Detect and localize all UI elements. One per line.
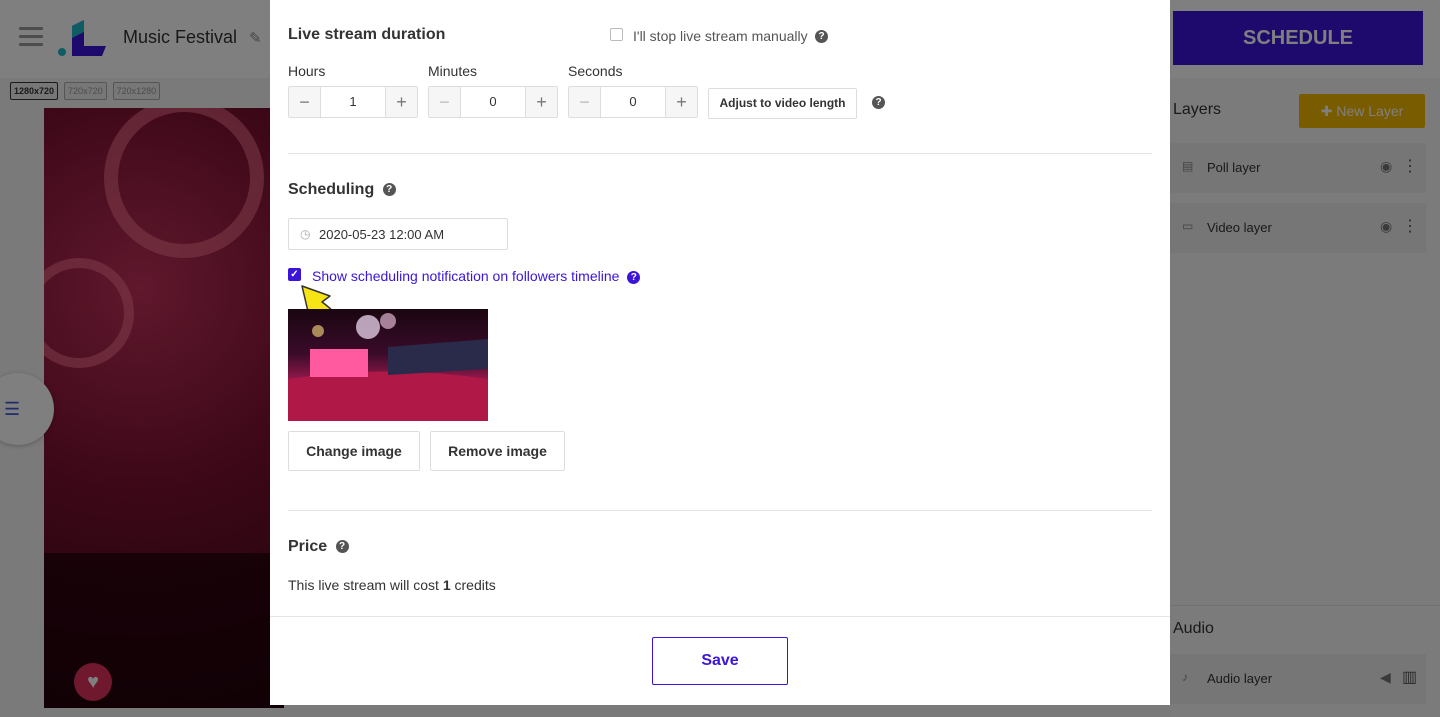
- scheduling-title-text: Scheduling: [288, 181, 375, 198]
- minutes-label: Minutes: [428, 63, 478, 79]
- price-cost-text: This live stream will cost 1 credits: [288, 577, 496, 593]
- seconds-value[interactable]: 0: [601, 87, 665, 117]
- schedule-datetime-input[interactable]: ◷ 2020-05-23 12:00 AM: [288, 218, 508, 250]
- cost-suffix: credits: [450, 577, 496, 593]
- cost-amount: 1: [442, 577, 451, 593]
- minutes-value[interactable]: 0: [461, 87, 525, 117]
- save-button[interactable]: Save: [652, 637, 788, 685]
- seconds-stepper: − 0 +: [568, 86, 698, 118]
- manual-stop-checkbox[interactable]: [610, 28, 623, 41]
- section-divider: [288, 153, 1152, 154]
- seconds-label: Seconds: [568, 63, 623, 79]
- minutes-decrement-button[interactable]: −: [429, 87, 461, 117]
- schedule-thumbnail-image: [288, 309, 488, 421]
- help-icon[interactable]: ?: [382, 183, 396, 197]
- seconds-decrement-button[interactable]: −: [569, 87, 601, 117]
- cost-prefix: This live stream will cost: [288, 577, 443, 593]
- hours-value[interactable]: 1: [321, 87, 385, 117]
- seconds-increment-button[interactable]: +: [665, 87, 697, 117]
- help-icon[interactable]: ?: [335, 540, 349, 554]
- price-title-text: Price: [288, 538, 328, 555]
- duration-title: Live stream duration: [288, 26, 446, 43]
- help-icon[interactable]: ?: [815, 30, 828, 43]
- hours-stepper: − 1 +: [288, 86, 418, 118]
- minutes-stepper: − 0 +: [428, 86, 558, 118]
- help-icon[interactable]: ?: [627, 270, 641, 284]
- change-image-button[interactable]: Change image: [288, 431, 420, 471]
- adjust-to-video-length-button[interactable]: Adjust to video length: [708, 88, 857, 119]
- schedule-datetime-value: 2020-05-23 12:00 AM: [319, 227, 445, 242]
- hours-decrement-button[interactable]: −: [289, 87, 321, 117]
- minutes-increment-button[interactable]: +: [525, 87, 557, 117]
- scheduling-title: Scheduling ?: [288, 181, 396, 199]
- section-divider: [288, 510, 1152, 511]
- clock-icon: ◷: [300, 227, 311, 241]
- schedule-modal: Live stream duration I'll stop live stre…: [270, 0, 1170, 705]
- hours-label: Hours: [288, 63, 326, 79]
- price-title: Price ?: [288, 538, 349, 556]
- concert-crowd-illustration: [288, 313, 488, 421]
- manual-stop-label: I'll stop live stream manually: [633, 28, 808, 44]
- remove-image-button[interactable]: Remove image: [430, 431, 565, 471]
- notify-followers-checkbox[interactable]: ✓: [288, 268, 301, 281]
- hours-increment-button[interactable]: +: [385, 87, 417, 117]
- help-icon[interactable]: ?: [872, 96, 885, 109]
